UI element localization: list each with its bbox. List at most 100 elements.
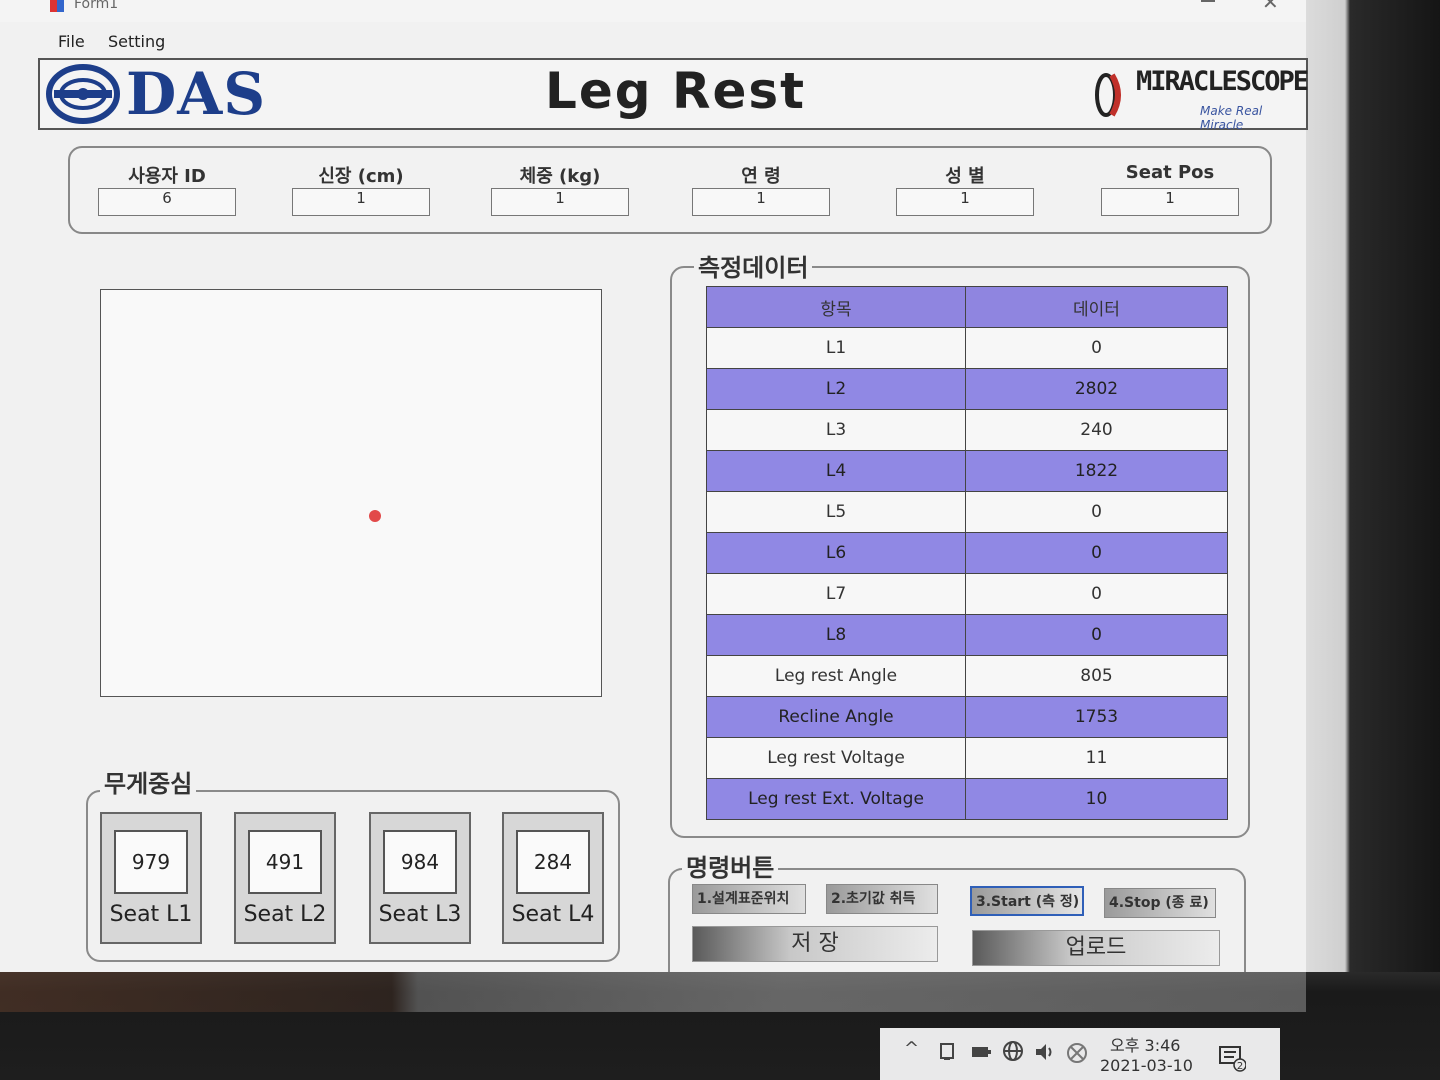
seat-l2-value: 491 (248, 830, 322, 894)
seat-l2-label: Seat L2 (243, 902, 327, 927)
user-id-input[interactable]: 6 (98, 188, 236, 216)
seat-pos-label: Seat Pos (1125, 162, 1215, 183)
clock-time[interactable]: 오후 3:46 (1110, 1032, 1180, 1056)
seat-l3-card: 984 Seat L3 (369, 812, 471, 944)
notification-bubble-icon: 2 (1219, 1046, 1247, 1072)
gender-field: 성 별 1 (895, 162, 1035, 216)
table-row[interactable]: L2 2802 (706, 368, 1228, 410)
row-name: L8 (706, 614, 966, 656)
seat-l2-card: 491 Seat L2 (234, 812, 336, 944)
weight-label: 체중 (kg) (519, 166, 601, 187)
title-bar: Form1 ✕ (0, 0, 1306, 22)
row-value: 11 (965, 737, 1228, 779)
standard-position-button[interactable]: 1.설계표준위치 (692, 884, 806, 914)
seat-l4-value: 284 (516, 830, 590, 894)
seat-l1-card: 979 Seat L1 (100, 812, 202, 944)
height-field: 신장 (cm) 1 (291, 162, 431, 216)
close-icon[interactable]: ✕ (1262, 0, 1279, 14)
notification-icon[interactable]: 2 (1218, 1044, 1247, 1078)
table-row[interactable]: L4 1822 (706, 450, 1228, 492)
table-row[interactable]: L7 0 (706, 573, 1228, 615)
row-value: 805 (965, 655, 1228, 697)
app-icon (50, 0, 64, 12)
row-name: L3 (706, 409, 966, 451)
clock-date[interactable]: 2021-03-10 (1100, 1056, 1193, 1075)
height-input[interactable]: 1 (292, 188, 430, 216)
table-row[interactable]: Leg rest Angle 805 (706, 655, 1228, 697)
menu-file[interactable]: File (58, 32, 85, 51)
row-name: L7 (706, 573, 966, 615)
header-item: 항목 (706, 286, 966, 328)
height-label: 신장 (cm) (318, 166, 404, 187)
desktop-edge (1305, 0, 1440, 1080)
notification-count: 2 (1237, 1061, 1243, 1072)
command-label: 명령버튼 (682, 848, 779, 883)
table-row[interactable]: Recline Angle 1753 (706, 696, 1228, 738)
taskbar-strip (0, 972, 1306, 1012)
header-data: 데이터 (965, 286, 1228, 328)
row-value: 240 (965, 409, 1228, 451)
weight-input[interactable]: 1 (491, 188, 629, 216)
tray-chevron-icon[interactable]: ^ (904, 1038, 919, 1059)
row-value: 0 (965, 532, 1228, 574)
table-row[interactable]: L6 0 (706, 532, 1228, 574)
measurement-table: 항목 데이터 L1 0 L2 2802 L3 240 L4 1822 L5 0 L6 0 L… (706, 286, 1228, 820)
page-title: Leg Rest (545, 62, 807, 120)
table-row[interactable]: L3 240 (706, 409, 1228, 451)
row-value: 0 (965, 573, 1228, 615)
ime-status-icon[interactable] (1066, 1042, 1088, 1064)
table-row[interactable]: Leg rest Voltage 11 (706, 737, 1228, 779)
row-name: Recline Angle (706, 696, 966, 738)
menu-setting[interactable]: Setting (108, 32, 165, 51)
device-icon[interactable] (938, 1042, 958, 1062)
center-of-gravity-marker (369, 510, 381, 522)
battery-icon[interactable] (970, 1042, 992, 1062)
seat-l1-value: 979 (114, 830, 188, 894)
seat-l1-label: Seat L1 (109, 902, 193, 927)
row-name: Leg rest Ext. Voltage (706, 778, 966, 820)
seat-pos-input[interactable]: 1 (1101, 188, 1239, 216)
user-id-label: 사용자 ID (128, 166, 206, 187)
das-logo-icon (46, 64, 120, 124)
app-window: Form1 ✕ File Setting DAS Leg Rest MIRACL… (0, 0, 1309, 980)
gender-input[interactable]: 1 (896, 188, 1034, 216)
table-row[interactable]: Leg rest Ext. Voltage 10 (706, 778, 1228, 820)
das-brand: DAS (126, 60, 267, 128)
minimize-button[interactable] (1196, 0, 1222, 12)
window-title: Form1 (74, 0, 119, 12)
weight-field: 체중 (kg) 1 (490, 162, 630, 216)
miraclescope-name: MIRACLESCOPE (1136, 66, 1309, 97)
table-row[interactable]: L1 0 (706, 327, 1228, 369)
save-button[interactable]: 저 장 (692, 926, 938, 962)
network-globe-icon[interactable] (1002, 1040, 1024, 1062)
row-name: L2 (706, 368, 966, 410)
row-value: 10 (965, 778, 1228, 820)
miraclescope-tagline: Make Real Miracle (1200, 104, 1263, 132)
row-value: 2802 (965, 368, 1228, 410)
table-header-row: 항목 데이터 (706, 286, 1228, 328)
row-name: L5 (706, 491, 966, 533)
table-row[interactable]: L8 0 (706, 614, 1228, 656)
measurement-label: 측정데이터 (694, 248, 813, 283)
row-value: 1822 (965, 450, 1228, 492)
user-id-field: 사용자 ID 6 (97, 162, 237, 216)
center-of-gravity-label: 무게중심 (100, 764, 197, 799)
user-info-panel: 사용자 ID 6 신장 (cm) 1 체중 (kg) 1 연 령 1 성 별 1… (68, 146, 1272, 234)
stop-button[interactable]: 4.Stop (종 료) (1104, 888, 1216, 918)
age-field: 연 령 1 (691, 162, 831, 216)
start-measure-button[interactable]: 3.Start (측 정) (970, 886, 1084, 916)
volume-icon[interactable] (1034, 1042, 1056, 1062)
row-value: 0 (965, 614, 1228, 656)
row-name: Leg rest Angle (706, 655, 966, 697)
table-row[interactable]: L5 0 (706, 491, 1228, 533)
row-name: L1 (706, 327, 966, 369)
miraclescope-logo-icon (1095, 73, 1121, 117)
seat-pos-field: Seat Pos 1 (1100, 162, 1240, 216)
row-name: L4 (706, 450, 966, 492)
upload-button[interactable]: 업로드 (972, 930, 1220, 966)
seat-l3-value: 984 (383, 830, 457, 894)
seat-l4-card: 284 Seat L4 (502, 812, 604, 944)
age-input[interactable]: 1 (692, 188, 830, 216)
row-value: 0 (965, 327, 1228, 369)
initial-value-button[interactable]: 2.초기값 취득 (826, 884, 938, 914)
